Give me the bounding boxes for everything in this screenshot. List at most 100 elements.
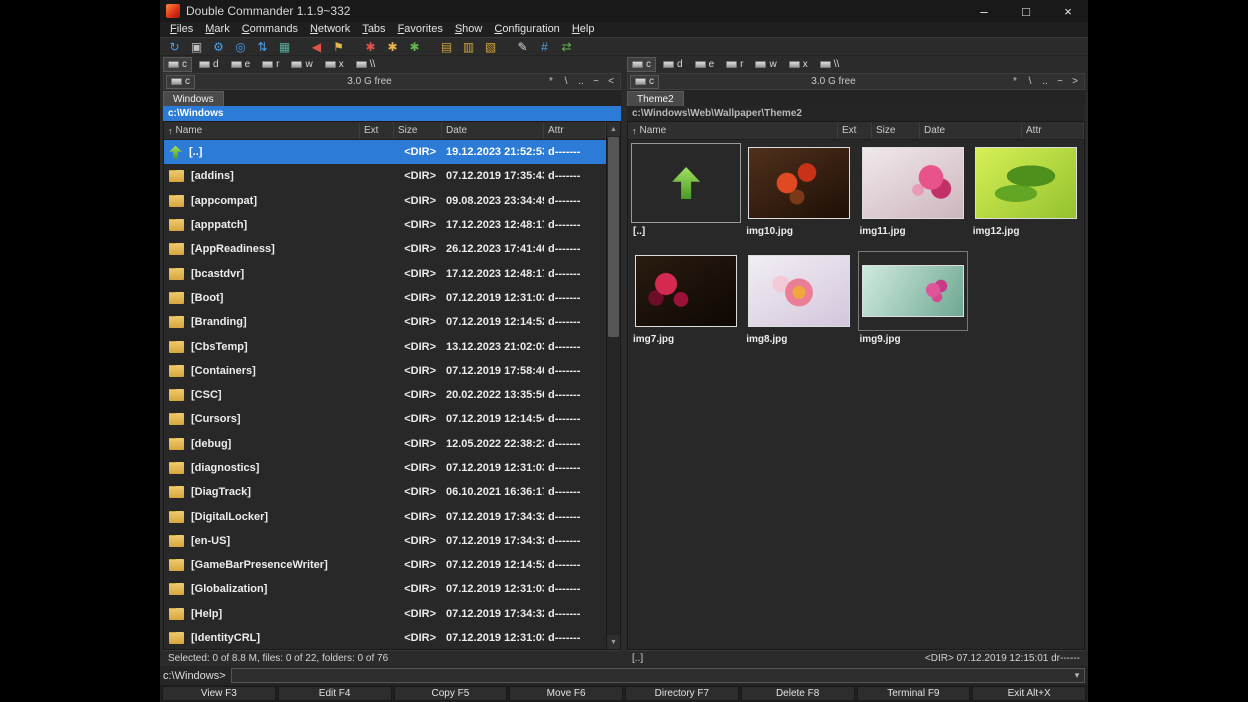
pack-icon[interactable]: ▤ (436, 38, 457, 55)
[AppReadiness][interactable]: [AppReadiness] <DIR> 26.12.2023 17:41:40… (164, 237, 606, 261)
chevron-down-icon[interactable]: ▾ (1070, 671, 1084, 680)
nav-button[interactable]: .. (1038, 75, 1052, 89)
column-header-date[interactable]: Date (442, 122, 544, 139)
tab-theme2[interactable]: Theme2 (627, 91, 684, 106)
function-key-button[interactable]: Directory F7 (625, 686, 739, 701)
nav-button[interactable]: .. (574, 75, 588, 89)
scrollbar-track[interactable] (607, 136, 620, 635)
drive-button[interactable]: r (257, 57, 284, 72)
function-key-button[interactable]: Move F6 (509, 686, 623, 701)
nav-button[interactable]: * (1008, 75, 1022, 89)
drive-button[interactable]: c (163, 57, 192, 72)
column-header-attr[interactable]: Attr (544, 122, 606, 139)
function-key-button[interactable]: View F3 (162, 686, 276, 701)
[CbsTemp][interactable]: [CbsTemp] <DIR> 13.12.2023 21:02:03 d---… (164, 334, 606, 358)
[..][interactable]: [..] <DIR> 19.12.2023 21:52:53 d------- (164, 140, 606, 164)
[DigitalLocker][interactable]: [DigitalLocker] <DIR> 07.12.2019 17:34:3… (164, 504, 606, 528)
[Globalization][interactable]: [Globalization] <DIR> 07.12.2019 12:31:0… (164, 577, 606, 601)
terminal-icon[interactable]: ▣ (186, 38, 207, 55)
nav-button[interactable]: \ (1023, 75, 1037, 89)
menu-item[interactable]: Files (164, 22, 199, 37)
vertical-scrollbar[interactable]: ▲ ▼ (606, 122, 620, 649)
column-header-name[interactable]: ↑ Name (628, 122, 838, 139)
drive-button[interactable]: x (784, 57, 813, 72)
scroll-up-icon[interactable]: ▲ (607, 122, 620, 136)
menu-item[interactable]: Help (566, 22, 601, 37)
function-key-button[interactable]: Exit Alt+X (972, 686, 1086, 701)
[Containers][interactable]: [Containers] <DIR> 07.12.2019 17:58:40 d… (164, 359, 606, 383)
drive-button[interactable]: r (721, 57, 748, 72)
left-path-bar[interactable]: c:\Windows (163, 106, 621, 121)
drive-button[interactable]: \\ (351, 57, 381, 72)
function-key-button[interactable]: Delete F8 (741, 686, 855, 701)
thumbnail-cell[interactable]: img11.jpg (857, 142, 969, 244)
[DiagTrack][interactable]: [DiagTrack] <DIR> 06.10.2021 16:36:17 d-… (164, 480, 606, 504)
function-key-button[interactable]: Copy F5 (394, 686, 508, 701)
drive-button[interactable]: e (226, 57, 256, 72)
thumbnail-cell[interactable]: img9.jpg (857, 250, 969, 352)
[CSC][interactable]: [CSC] <DIR> 20.02.2022 13:35:56 d------- (164, 383, 606, 407)
[Boot][interactable]: [Boot] <DIR> 07.12.2019 12:31:03 d------… (164, 286, 606, 310)
drive-button[interactable]: d (658, 57, 688, 72)
drive-button[interactable]: x (320, 57, 349, 72)
flag-icon[interactable]: ⚑ (328, 38, 349, 55)
[en-US][interactable]: [en-US] <DIR> 07.12.2019 17:34:32 d-----… (164, 529, 606, 553)
column-header-name[interactable]: ↑ Name (164, 122, 360, 139)
swap-panels-icon[interactable]: ⇅ (252, 38, 273, 55)
scrollbar-thumb[interactable] (608, 137, 619, 337)
options-icon[interactable]: ⚙ (208, 38, 229, 55)
drive-button[interactable]: c (627, 57, 656, 72)
thumbnail-cell[interactable]: img12.jpg (970, 142, 1082, 244)
column-header-ext[interactable]: Ext (838, 122, 872, 139)
[GameBarPresenceWriter][interactable]: [GameBarPresenceWriter] <DIR> 07.12.2019… (164, 553, 606, 577)
current-drive-button[interactable]: c (166, 75, 195, 89)
column-header-date[interactable]: Date (920, 122, 1022, 139)
unpack-icon[interactable]: ▥ (458, 38, 479, 55)
[Cursors][interactable]: [Cursors] <DIR> 07.12.2019 12:14:54 d---… (164, 407, 606, 431)
nav-button[interactable]: ~ (1053, 75, 1067, 89)
[debug][interactable]: [debug] <DIR> 12.05.2022 22:38:23 d-----… (164, 432, 606, 456)
nav-button[interactable]: > (1068, 75, 1082, 89)
column-header-attr[interactable]: Attr (1022, 122, 1084, 139)
[diagnostics][interactable]: [diagnostics] <DIR> 07.12.2019 12:31:03 … (164, 456, 606, 480)
compare-icon[interactable]: ▦ (274, 38, 295, 55)
drive-button[interactable]: d (194, 57, 224, 72)
menu-item[interactable]: Commands (236, 22, 304, 37)
menu-item[interactable]: Configuration (488, 22, 565, 37)
scroll-down-icon[interactable]: ▼ (607, 635, 620, 649)
thumbnail-cell[interactable]: img8.jpg (743, 250, 855, 352)
[apppatch][interactable]: [apppatch] <DIR> 17.12.2023 12:48:17 d--… (164, 213, 606, 237)
[Branding][interactable]: [Branding] <DIR> 07.12.2019 12:14:52 d--… (164, 310, 606, 334)
menu-item[interactable]: Tabs (356, 22, 391, 37)
[IdentityCRL][interactable]: [IdentityCRL] <DIR> 07.12.2019 12:31:03 … (164, 626, 606, 649)
nav-button[interactable]: \ (559, 75, 573, 89)
refresh-icon[interactable]: ↻ (164, 38, 185, 55)
drive-button[interactable]: w (286, 57, 317, 72)
menu-item[interactable]: Show (449, 22, 489, 37)
thumbnail-cell[interactable]: [..] (630, 142, 742, 244)
[bcastdvr][interactable]: [bcastdvr] <DIR> 17.12.2023 12:48:17 d--… (164, 261, 606, 285)
tab-windows[interactable]: Windows (163, 91, 224, 106)
network-disconnect-icon[interactable]: ✱ (382, 38, 403, 55)
current-drive-button[interactable]: c (630, 75, 659, 89)
copy-left-icon[interactable]: ◀ (306, 38, 327, 55)
command-input[interactable]: ▾ (231, 668, 1085, 683)
thumbnail-cell[interactable]: img7.jpg (630, 250, 742, 352)
sync-dirs-icon[interactable]: ⇄ (556, 38, 577, 55)
thumbnail-cell[interactable]: img10.jpg (743, 142, 855, 244)
close-button[interactable]: × (1050, 0, 1086, 22)
[Help][interactable]: [Help] <DIR> 07.12.2019 17:34:32 d------… (164, 602, 606, 626)
verify-archive-icon[interactable]: ▧ (480, 38, 501, 55)
minimize-button[interactable]: – (966, 0, 1002, 22)
drive-button[interactable]: e (690, 57, 720, 72)
[addins][interactable]: [addins] <DIR> 07.12.2019 17:35:43 d----… (164, 164, 606, 188)
drive-button[interactable]: \\ (815, 57, 845, 72)
drive-button[interactable]: w (750, 57, 781, 72)
column-header-size[interactable]: Size (394, 122, 442, 139)
network-connect-icon[interactable]: ✱ (360, 38, 381, 55)
menu-item[interactable]: Network (304, 22, 356, 37)
right-path-bar[interactable]: c:\Windows\Web\Wallpaper\Theme2 (627, 106, 1085, 121)
multi-rename-icon[interactable]: # (534, 38, 555, 55)
column-header-size[interactable]: Size (872, 122, 920, 139)
nav-button[interactable]: * (544, 75, 558, 89)
